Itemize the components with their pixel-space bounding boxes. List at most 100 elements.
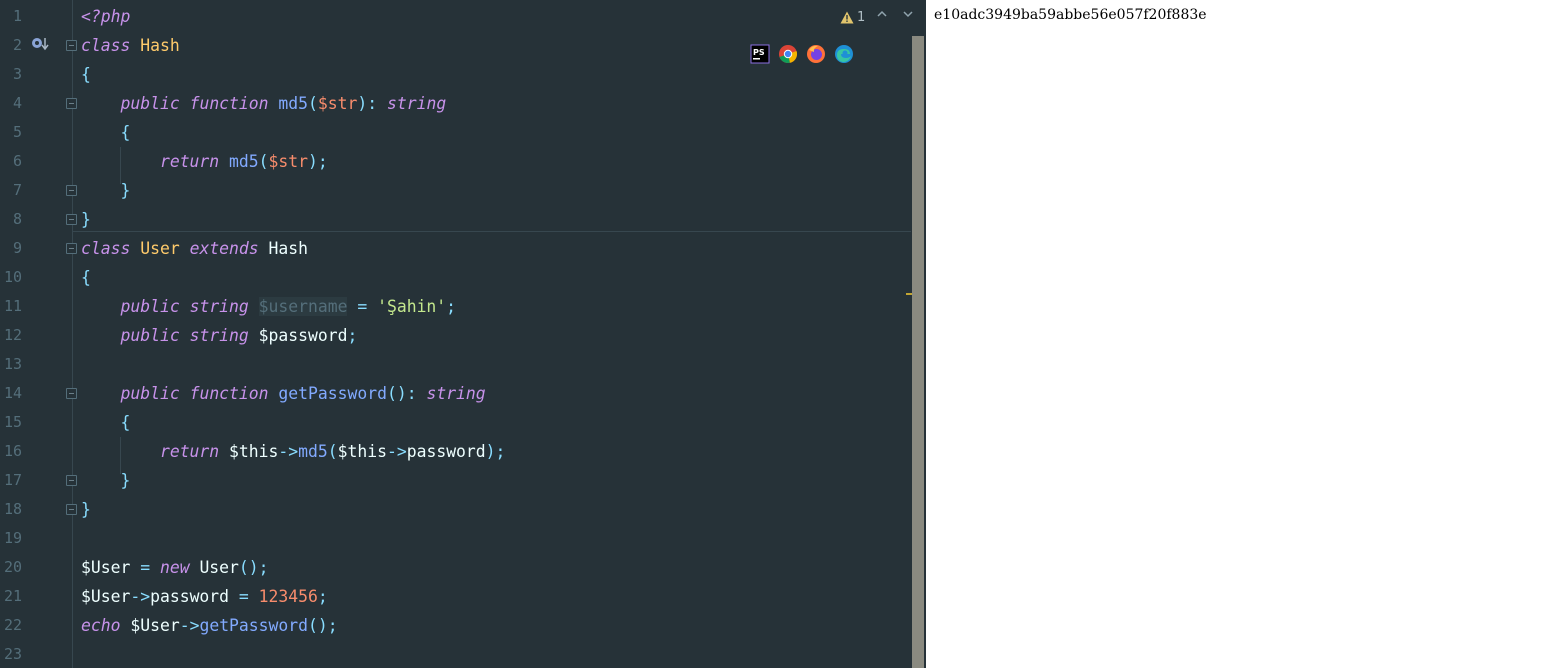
svg-text:PS: PS	[753, 48, 765, 57]
code-line[interactable]: <?php	[81, 2, 130, 31]
code-line[interactable]: public function md5($str): string	[81, 89, 446, 118]
line-number[interactable]: 20	[0, 553, 22, 582]
code-line[interactable]: {	[81, 118, 130, 147]
code-line[interactable]: class Hash	[81, 31, 180, 60]
line-number[interactable]: 14	[0, 379, 22, 408]
line-number[interactable]: 3	[0, 60, 22, 89]
code-token: }	[120, 181, 131, 200]
line-number[interactable]: 15	[0, 408, 22, 437]
implemented-override-icon[interactable]	[31, 36, 49, 52]
code-token: <?php	[81, 7, 131, 26]
line-number[interactable]: 10	[0, 263, 22, 292]
code-line[interactable]: public string $password;	[81, 321, 357, 350]
code-line[interactable]: return md5($str);	[81, 147, 328, 176]
line-number[interactable]: 11	[0, 292, 22, 321]
line-number[interactable]: 1	[0, 2, 22, 31]
indent-guide	[120, 146, 121, 185]
line-number[interactable]: 9	[0, 234, 22, 263]
browser-preview-toolbar: PS	[750, 44, 854, 64]
code-token: password	[406, 442, 486, 461]
edge-icon[interactable]	[834, 44, 854, 64]
code-token: ->	[278, 442, 299, 461]
phpstorm-icon[interactable]: PS	[750, 44, 770, 64]
code-line[interactable]: $User->password = 123456;	[81, 582, 328, 611]
line-number[interactable]: 5	[0, 118, 22, 147]
fold-toggle-icon[interactable]	[66, 40, 77, 51]
line-number[interactable]: 13	[0, 350, 22, 379]
code-token: ->	[179, 616, 200, 635]
code-area[interactable]: <?php class Hash{ public function md5($st…	[81, 0, 910, 668]
code-token: }	[81, 500, 91, 519]
code-line[interactable]: echo $User->getPassword();	[81, 611, 338, 640]
code-token: User	[199, 558, 239, 577]
chrome-icon[interactable]	[778, 44, 798, 64]
code-line[interactable]: }	[81, 495, 91, 524]
code-line[interactable]: }	[81, 205, 91, 234]
line-number[interactable]: 21	[0, 582, 22, 611]
line-number[interactable]: 22	[0, 611, 22, 640]
line-number[interactable]: 12	[0, 321, 22, 350]
line-number[interactable]: 16	[0, 437, 22, 466]
chevron-down-icon[interactable]	[900, 8, 916, 26]
line-number-gutter[interactable]: 1 2 3 4 5 6 7 8 9 10 11 12 13 14 15 16 17 18 19 20 21 22 23	[0, 0, 73, 668]
line-number[interactable]: 23	[0, 640, 22, 668]
firefox-icon[interactable]	[806, 44, 826, 64]
code-token: ;	[446, 297, 457, 316]
code-token: md5	[298, 442, 328, 461]
code-token: (	[327, 442, 338, 461]
code-token: extends	[189, 239, 259, 258]
line-number[interactable]: 8	[0, 205, 22, 234]
code-line[interactable]: {	[81, 408, 130, 437]
code-token: ():	[386, 384, 427, 403]
fold-toggle-icon[interactable]	[66, 214, 77, 225]
chevron-up-icon[interactable]	[874, 8, 890, 26]
fold-toggle-icon[interactable]	[66, 98, 77, 109]
code-token: {	[81, 268, 91, 287]
code-token: public	[120, 326, 180, 345]
code-token: $username	[258, 297, 348, 316]
code-token: ->	[386, 442, 407, 461]
code-token: $str	[268, 152, 309, 171]
code-token: );	[485, 442, 506, 461]
fold-toggle-icon[interactable]	[66, 243, 77, 254]
line-number[interactable]: 19	[0, 524, 22, 553]
code-line[interactable]: return $this->md5($this->password);	[81, 437, 505, 466]
code-token: {	[120, 123, 131, 142]
code-editor[interactable]: 1 2 3 4 5 6 7 8 9 10 11 12 13 14 15 16 17 18 19 20 21 22 23 <?…	[0, 0, 926, 668]
fold-toggle-icon[interactable]	[66, 475, 77, 486]
inspection-widget[interactable]: 1	[840, 8, 865, 26]
code-token: (	[308, 94, 318, 113]
line-number[interactable]: 18	[0, 495, 22, 524]
code-line[interactable]: {	[81, 60, 91, 89]
line-number[interactable]: 4	[0, 89, 22, 118]
line-number[interactable]: 2	[0, 31, 22, 60]
line-number[interactable]: 7	[0, 176, 22, 205]
scrollbar-warning-marker[interactable]	[906, 293, 912, 295]
code-line[interactable]: public function getPassword(): string	[81, 379, 486, 408]
code-line[interactable]: {	[81, 263, 91, 292]
code-line[interactable]: public string $username = 'Şahin';	[81, 292, 456, 321]
code-line[interactable]: }	[81, 466, 130, 495]
code-token: string	[189, 297, 249, 316]
code-token: ->	[130, 587, 151, 606]
line-number[interactable]: 17	[0, 466, 22, 495]
code-line[interactable]: }	[81, 176, 130, 205]
code-token: string	[426, 384, 486, 403]
editor-scrollbar[interactable]	[912, 36, 924, 668]
fold-toggle-icon[interactable]	[66, 388, 77, 399]
code-line[interactable]: $User = new User();	[81, 553, 269, 582]
code-token: public	[120, 297, 180, 316]
fold-toggle-icon[interactable]	[66, 185, 77, 196]
code-line[interactable]: class User extends Hash	[81, 234, 308, 263]
line-number[interactable]: 6	[0, 147, 22, 176]
fold-toggle-icon[interactable]	[66, 504, 77, 515]
code-token: public	[120, 384, 180, 403]
code-token: md5	[229, 152, 259, 171]
